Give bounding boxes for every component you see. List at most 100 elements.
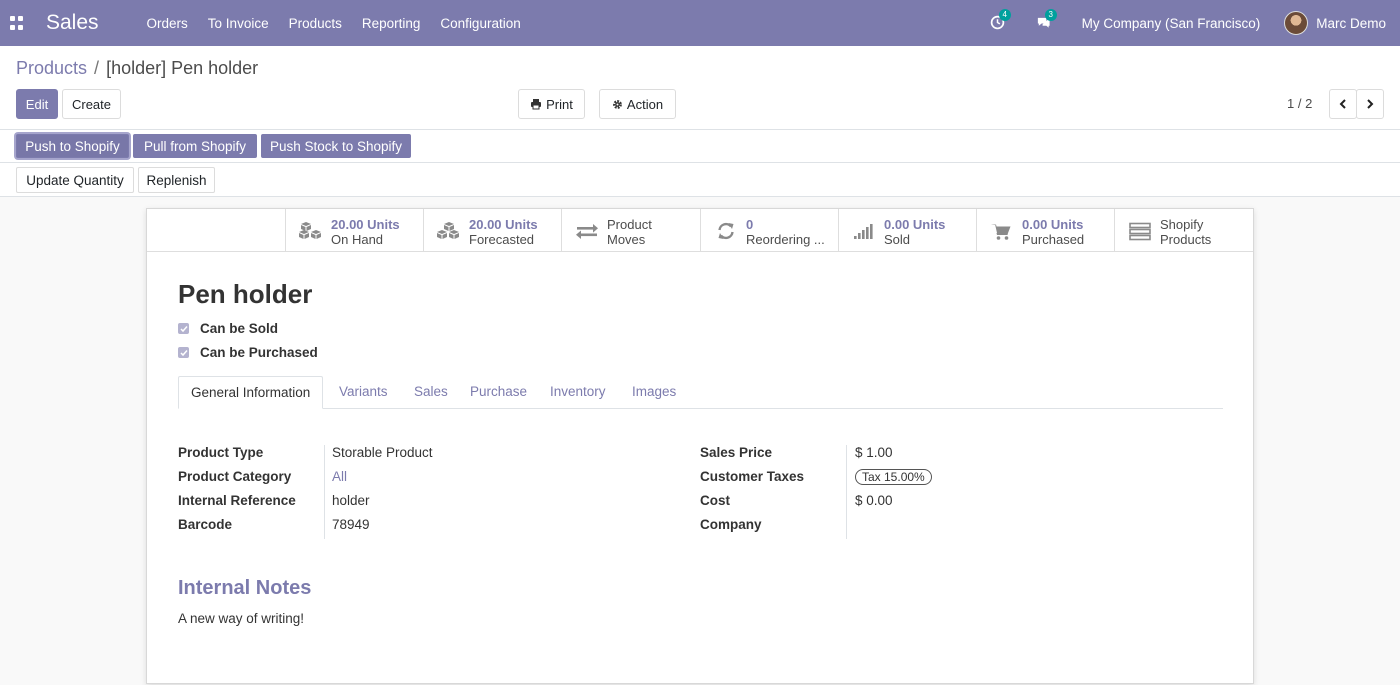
apps-grid-icon[interactable] [10, 16, 24, 30]
print-button[interactable]: Print [518, 89, 585, 119]
tab-purchase[interactable]: Purchase [470, 376, 527, 409]
pager-value[interactable]: 1 / 2 [1287, 96, 1312, 111]
on-hand-label: On Hand [331, 232, 384, 247]
reordering-value: 0 [746, 217, 754, 232]
tab-general-information[interactable]: General Information [178, 376, 324, 409]
activity-clock-icon[interactable]: 4 [990, 9, 1011, 31]
smart-buttons-bar: 20.00 Units On Hand 20.00 Units Forecasted… [147, 209, 1253, 252]
product-category-label: Product Category [178, 469, 292, 484]
menu-to-invoice[interactable]: To Invoice [208, 16, 269, 31]
menu-orders[interactable]: Orders [147, 16, 188, 31]
on-hand-button[interactable]: 20.00 Units On Hand [285, 209, 423, 252]
purchased-value: 0.00 Units [1022, 217, 1084, 232]
company-switcher[interactable]: My Company (San Francisco) [1082, 16, 1261, 31]
product-moves-label: Product [607, 217, 652, 232]
cubes-icon [299, 222, 321, 239]
product-moves-label-2: Moves [607, 232, 646, 247]
forecasted-label: Forecasted [469, 232, 535, 247]
breadcrumb-products-link[interactable]: Products [16, 58, 87, 78]
barcode-label: Barcode [178, 517, 233, 532]
shopify-products-label-2: Products [1160, 232, 1212, 247]
app-name: Sales [46, 11, 99, 34]
sold-button[interactable]: 0.00 Units Sold [838, 209, 976, 252]
tab-inventory[interactable]: Inventory [550, 376, 606, 409]
can-be-sold-label[interactable]: Can be Sold [200, 321, 278, 336]
internal-reference-label: Internal Reference [178, 493, 296, 508]
tax-tag[interactable]: Tax 15.00% [855, 469, 932, 485]
user-menu[interactable]: Marc Demo [1316, 16, 1386, 31]
print-icon [531, 99, 542, 110]
action-button[interactable]: Action [599, 89, 676, 119]
reordering-label: Reordering ... [746, 232, 825, 247]
tab-sales[interactable]: Sales [414, 376, 448, 409]
can-be-purchased-label[interactable]: Can be Purchased [200, 345, 318, 360]
on-hand-value: 20.00 Units [331, 217, 400, 232]
breadcrumb-separator: / [94, 58, 100, 78]
forecasted-value: 20.00 Units [469, 217, 538, 232]
can-be-purchased-checkbox[interactable] [178, 347, 189, 358]
sold-value: 0.00 Units [884, 217, 946, 232]
cost-value[interactable]: $ 0.00 [855, 493, 893, 508]
cost-label: Cost [700, 493, 730, 508]
barcode-value[interactable]: 78949 [332, 517, 370, 532]
chevron-left-icon [1339, 99, 1346, 109]
internal-notes-title: Internal Notes [178, 577, 312, 599]
server-icon [1129, 222, 1151, 241]
user-avatar[interactable] [1284, 11, 1309, 35]
shopping-cart-icon [991, 224, 1011, 240]
tab-images[interactable]: Images [632, 376, 676, 409]
pager-next-button[interactable] [1356, 89, 1384, 119]
control-panel: Products / [holder] Pen holder Edit Create… [0, 46, 1400, 130]
breadcrumb: Products / [holder] Pen holder [16, 58, 258, 79]
update-quantity-button[interactable]: Update Quantity [16, 167, 134, 193]
push-to-shopify-button[interactable]: Push to Shopify [16, 134, 129, 158]
messages-chat-icon[interactable]: 3 [1036, 9, 1057, 31]
gear-icon [613, 99, 622, 109]
product-category-link[interactable]: All [332, 469, 347, 484]
stock-actions-row: Update Quantity Replenish [0, 163, 1400, 197]
product-moves-button[interactable]: Product Moves [561, 209, 699, 252]
can-be-purchased-row: Can be Purchased [178, 345, 318, 360]
activity-badge: 4 [998, 9, 1011, 21]
breadcrumb-current: [holder] Pen holder [106, 58, 259, 78]
menu-products[interactable]: Products [289, 16, 342, 31]
sales-price-value[interactable]: $ 1.00 [855, 445, 893, 460]
print-label: Print [546, 96, 573, 112]
menu-reporting[interactable]: Reporting [362, 16, 421, 31]
cubes-icon [437, 222, 459, 239]
action-label: Action [626, 96, 664, 112]
pager-previous-button[interactable] [1329, 89, 1357, 119]
menu-configuration[interactable]: Configuration [440, 16, 520, 31]
product-form-sheet: 20.00 Units On Hand 20.00 Units Forecasted… [146, 208, 1254, 684]
left-group-divider [324, 445, 325, 539]
internal-notes-text[interactable]: A new way of writing! [178, 611, 304, 626]
purchased-label: Purchased [1022, 232, 1085, 247]
form-tabs: General Information Variants Sales Purch… [178, 376, 1223, 409]
company-label: Company [700, 517, 762, 532]
shopify-products-label: Shopify [1160, 217, 1204, 232]
can-be-sold-checkbox[interactable] [178, 323, 189, 334]
main-menu: Orders To Invoice Products Reporting Con… [147, 16, 541, 31]
navbar-systray: 4 3 My Company (San Francisco) Marc Demo [990, 0, 1400, 46]
sold-label: Sold [884, 232, 911, 247]
replenish-button[interactable]: Replenish [138, 167, 215, 193]
create-button[interactable]: Create [62, 89, 121, 119]
pull-from-shopify-button[interactable]: Pull from Shopify [133, 134, 257, 158]
forecasted-button[interactable]: 20.00 Units Forecasted [423, 209, 561, 252]
top-navbar: Sales Orders To Invoice Products Reporti… [0, 0, 1400, 46]
messages-badge: 3 [1044, 9, 1057, 21]
exchange-icon [576, 224, 598, 239]
shopify-products-button[interactable]: Shopify Products [1114, 209, 1252, 252]
shopify-actions-row: Push to Shopify Pull from Shopify Push S… [0, 130, 1400, 163]
edit-button[interactable]: Edit [16, 89, 58, 119]
signal-bars-icon [854, 224, 873, 239]
product-type-value[interactable]: Storable Product [332, 445, 433, 460]
internal-reference-value[interactable]: holder [332, 493, 370, 508]
tab-variants[interactable]: Variants [339, 376, 388, 409]
reordering-rules-button[interactable]: 0 Reordering ... [700, 209, 838, 252]
push-stock-to-shopify-button[interactable]: Push Stock to Shopify [261, 134, 411, 158]
purchased-button[interactable]: 0.00 Units Purchased [976, 209, 1114, 252]
sales-price-label: Sales Price [700, 445, 773, 460]
product-name[interactable]: Pen holder [178, 279, 312, 310]
refresh-icon [718, 222, 734, 240]
